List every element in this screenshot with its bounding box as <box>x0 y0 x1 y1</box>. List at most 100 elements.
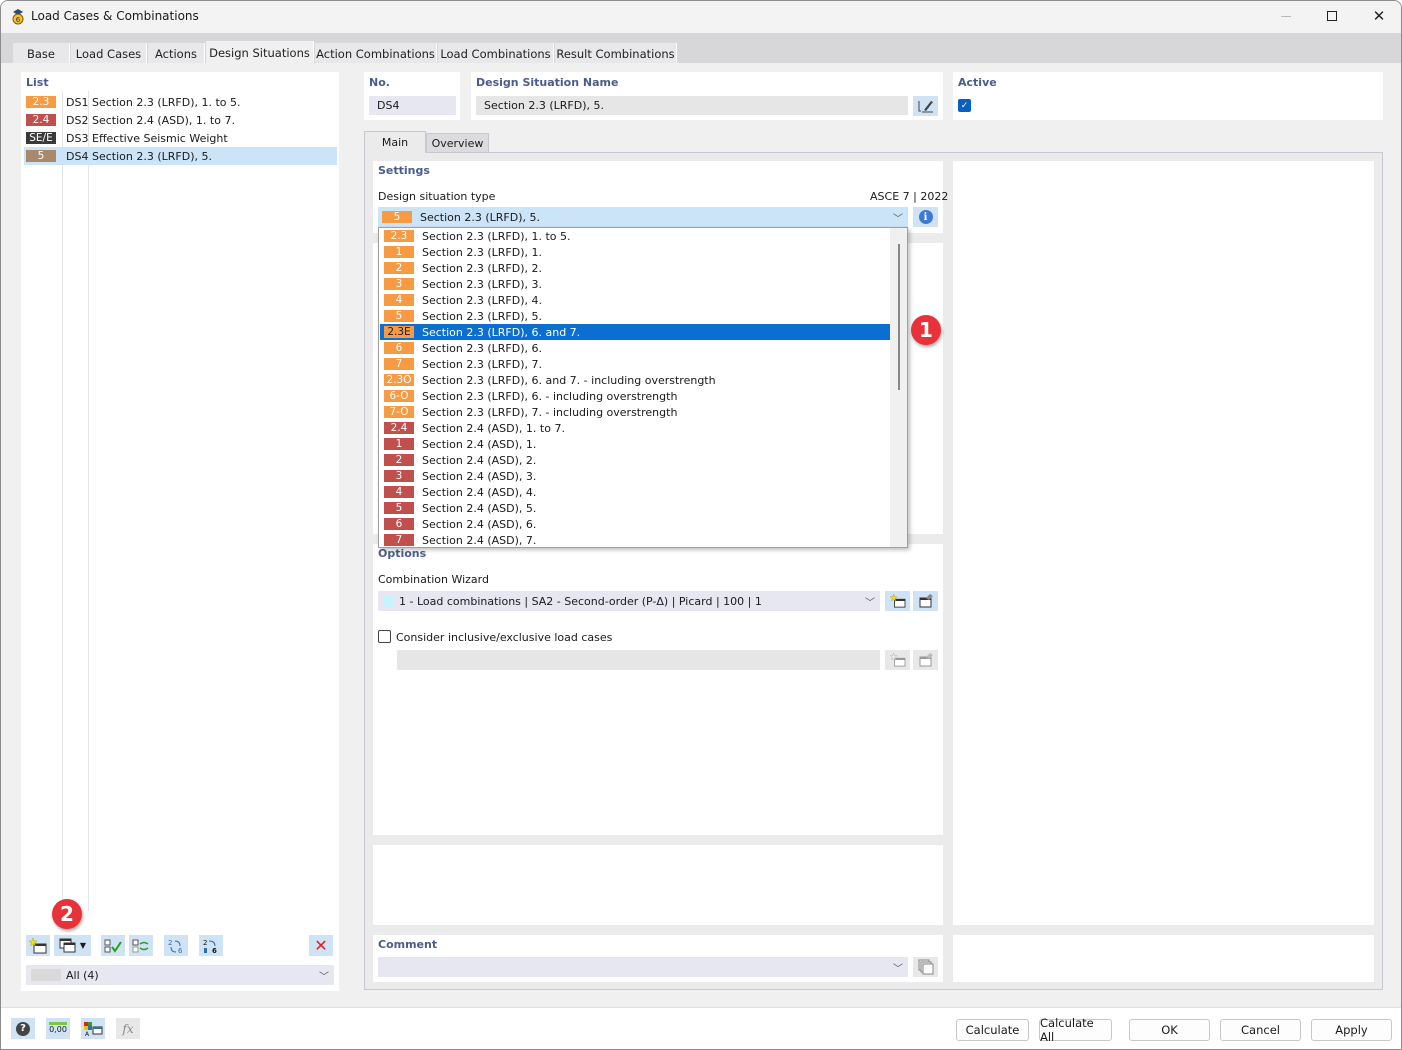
maximize-button[interactable] <box>1309 1 1355 31</box>
calculate-button[interactable]: Calculate <box>956 1019 1029 1041</box>
scrollbar-thumb[interactable] <box>898 244 900 390</box>
copy-dropdown-button[interactable]: ▼ <box>54 935 91 956</box>
dropdown-option[interactable]: 5 Section 2.3 (LRFD), 5. <box>380 308 890 324</box>
type-badge: 2 <box>384 262 414 274</box>
new-wizard-button[interactable] <box>885 591 910 611</box>
close-button[interactable]: ✕ <box>1356 1 1401 31</box>
dropdown-option[interactable]: 6-O Section 2.3 (LRFD), 6. - including ov… <box>380 388 890 404</box>
dropdown-option[interactable]: 7-O Section 2.3 (LRFD), 7. - including ov… <box>380 404 890 420</box>
list-item-name: Effective Seismic Weight <box>92 131 228 145</box>
minimize-button[interactable] <box>1263 1 1309 31</box>
tab-actions[interactable]: Actions <box>148 43 205 64</box>
dropdown-option[interactable]: 6 Section 2.3 (LRFD), 6. <box>380 340 890 356</box>
no-field[interactable]: DS4 <box>369 96 456 115</box>
type-badge: 2 <box>384 454 414 466</box>
dropdown-option[interactable]: 6 Section 2.4 (ASD), 6. <box>380 516 890 532</box>
inclusive-exclusive-label: Consider inclusive/exclusive load cases <box>396 631 613 644</box>
svg-text:6: 6 <box>178 947 183 954</box>
dropdown-option[interactable]: 2.3 Section 2.3 (LRFD), 1. to 5. <box>380 228 890 244</box>
tab-base[interactable]: Base <box>13 43 70 64</box>
dropdown-option[interactable]: 3 Section 2.3 (LRFD), 3. <box>380 276 890 292</box>
button-label: Calculate <box>965 1023 1020 1037</box>
dropdown-option[interactable]: 3 Section 2.4 (ASD), 3. <box>380 468 890 484</box>
dropdown-option[interactable]: 2 Section 2.3 (LRFD), 2. <box>380 260 890 276</box>
subtab-main[interactable]: Main <box>364 131 426 153</box>
dropdown-option[interactable]: 2.4 Section 2.4 (ASD), 1. to 7. <box>380 420 890 436</box>
tab-label: Design Situations <box>209 46 310 60</box>
list-item[interactable]: 2.3 DS1 Section 2.3 (LRFD), 1. to 5. <box>24 93 337 111</box>
dropdown-option[interactable]: 7 Section 2.4 (ASD), 7. <box>380 532 890 548</box>
listbox-scrollbar[interactable] <box>890 228 907 547</box>
chevron-down-icon: ﹀ <box>319 971 329 983</box>
dropdown-option[interactable]: 7 Section 2.3 (LRFD), 7. <box>380 356 890 372</box>
sort-button[interactable]: 26 <box>199 935 223 956</box>
load-cases-dialog: 6 Load Cases & Combinations ✕ Base Load … <box>0 0 1402 1050</box>
edit-name-button[interactable] <box>913 96 938 116</box>
ok-button[interactable]: OK <box>1129 1019 1210 1041</box>
dropdown-option[interactable]: 4 Section 2.4 (ASD), 4. <box>380 484 890 500</box>
calculate-all-button[interactable]: Calculate All <box>1039 1016 1112 1044</box>
help-button[interactable]: ? <box>11 1018 35 1039</box>
display-properties-button[interactable]: A <box>81 1018 105 1039</box>
type-badge: 2.3 <box>384 230 414 242</box>
type-badge: 2.3O <box>384 374 414 386</box>
tab-load-cases[interactable]: Load Cases <box>71 43 147 64</box>
design-situation-type-listbox: 2.3 Section 2.3 (LRFD), 1. to 5. 1 Section … <box>378 227 908 548</box>
dropdown-option[interactable]: 1 Section 2.4 (ASD), 1. <box>380 436 890 452</box>
design-situation-type-dropdown[interactable]: 5 Section 2.3 (LRFD), 5. ﹀ <box>378 207 908 227</box>
check-all-button[interactable] <box>101 935 125 956</box>
combination-wizard-dropdown[interactable]: 1 - Load combinations | SA2 - Second-ord… <box>378 591 880 611</box>
edit-item-icon <box>919 594 933 608</box>
dropdown-option-highlighted[interactable]: 2.3E Section 2.3 (LRFD), 6. and 7. <box>380 324 890 340</box>
comment-input[interactable]: ﹀ <box>378 957 908 977</box>
edit-wizard-button[interactable] <box>913 591 938 611</box>
list-item-selected[interactable]: 5 DS4 Section 2.3 (LRFD), 5. <box>24 147 337 165</box>
dropdown-option[interactable]: 4 Section 2.3 (LRFD), 4. <box>380 292 890 308</box>
new-inclusive-button[interactable] <box>885 650 910 670</box>
tab-label: Result Combinations <box>556 46 675 61</box>
maximize-icon <box>1327 11 1337 21</box>
dropdown-option[interactable]: 5 Section 2.4 (ASD), 5. <box>380 500 890 516</box>
new-design-situation-button[interactable] <box>26 935 50 956</box>
formula-button[interactable]: fx <box>116 1018 140 1039</box>
inclusive-exclusive-checkbox[interactable] <box>378 630 391 643</box>
type-badge: 2.3 <box>26 96 56 108</box>
subtab-label: Overview <box>431 136 484 150</box>
tab-action-combinations[interactable]: Action Combinations <box>315 43 437 64</box>
column-divider <box>62 91 63 911</box>
window-title: Load Cases & Combinations <box>31 9 199 23</box>
list-item[interactable]: 2.4 DS2 Section 2.4 (ASD), 1. to 7. <box>24 111 337 129</box>
cancel-button[interactable]: Cancel <box>1220 1019 1301 1041</box>
list-item[interactable]: SE/E DS3 Effective Seismic Weight <box>24 129 337 147</box>
selected-type-text: Section 2.3 (LRFD), 5. <box>420 210 540 224</box>
svg-text:2: 2 <box>203 939 207 947</box>
dropdown-option[interactable]: 1 Section 2.3 (LRFD), 1. <box>380 244 890 260</box>
subtab-overview[interactable]: Overview <box>426 133 489 152</box>
close-icon: ✕ <box>1372 7 1386 25</box>
info-button[interactable]: i <box>913 207 938 227</box>
comment-library-button[interactable] <box>913 957 938 977</box>
name-field[interactable]: Section 2.3 (LRFD), 5. <box>476 96 908 115</box>
tab-design-situations[interactable]: Design Situations <box>206 41 314 65</box>
tab-load-combinations[interactable]: Load Combinations <box>438 43 554 64</box>
edit-inclusive-button[interactable] <box>913 650 938 670</box>
checkmark-icon: ✓ <box>960 100 969 111</box>
tab-result-combinations[interactable]: Result Combinations <box>555 43 677 64</box>
type-badge: 4 <box>384 294 414 306</box>
invert-check-button[interactable] <box>129 935 153 956</box>
delete-button[interactable]: ✕ <box>309 935 333 956</box>
units-button[interactable]: 0,00 <box>46 1018 70 1039</box>
inclusive-exclusive-field[interactable] <box>397 650 880 670</box>
tab-label: Load Combinations <box>440 46 551 61</box>
list-item-name: Section 2.3 (LRFD), 5. <box>92 149 212 163</box>
active-checkbox[interactable]: ✓ <box>958 99 971 112</box>
dropdown-option[interactable]: 2 Section 2.4 (ASD), 2. <box>380 452 890 468</box>
dropdown-option[interactable]: 2.3O Section 2.3 (LRFD), 6. and 7. - incl… <box>380 372 890 388</box>
apply-button[interactable]: Apply <box>1311 1019 1392 1041</box>
option-text: Section 2.4 (ASD), 4. <box>422 485 537 499</box>
option-text: Section 2.3 (LRFD), 6. <box>422 341 542 355</box>
list-filter-dropdown[interactable]: All (4) ﹀ <box>26 965 334 985</box>
renumber-button[interactable]: 26 <box>164 935 188 956</box>
chevron-down-icon: ﹀ <box>893 964 903 975</box>
option-text: Section 2.4 (ASD), 1. to 7. <box>422 421 565 435</box>
